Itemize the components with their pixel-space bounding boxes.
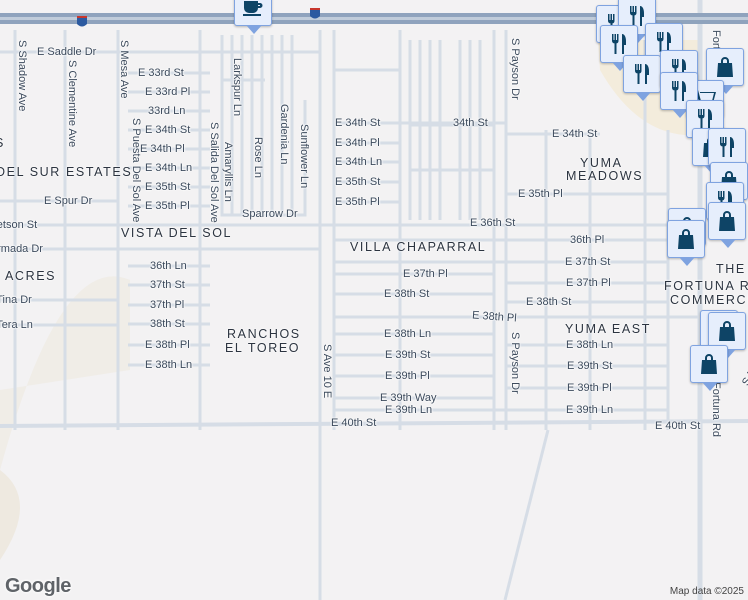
- shopping-bag-marker[interactable]: [690, 345, 728, 391]
- restaurant-icon: [612, 34, 626, 54]
- cafe-icon: [243, 1, 263, 16]
- shopping-bag-icon: [719, 321, 735, 341]
- neighborhood-label: S: [0, 137, 5, 150]
- shopping-bag-icon: [717, 57, 733, 77]
- street-label: E 38th Ln: [145, 359, 193, 371]
- street-label: E 33rd Pl: [145, 86, 191, 98]
- street-label: E 37th St: [565, 256, 611, 268]
- neighborhood-label: DEL SUR ESTATES: [0, 165, 133, 179]
- street-label: E 39th Ln: [566, 404, 614, 416]
- street-label: E Saddle Dr: [37, 46, 97, 58]
- street-label: E 35th Pl: [335, 196, 380, 208]
- street-label: E 38th Ln: [566, 339, 614, 351]
- street-label: E 34th Pl: [140, 143, 185, 155]
- street-label: Amaryllis Ln: [222, 142, 234, 202]
- street-label: S Clementine Ave: [66, 60, 78, 148]
- map-attribution[interactable]: Map data ©2025: [670, 586, 744, 597]
- street-label: E 40th St: [331, 417, 377, 429]
- street-label: E 37th Pl: [566, 277, 611, 289]
- neighborhood-label: RANCHOS: [227, 327, 301, 341]
- street-label: S Mesa Ave: [118, 40, 130, 99]
- street-label: E 34th Ln: [145, 162, 193, 174]
- street-label: 37th St: [150, 279, 185, 291]
- cafe-marker[interactable]: [234, 0, 272, 34]
- street-label: E 38th Ln: [384, 328, 432, 340]
- street-label: E 33rd St: [138, 67, 184, 79]
- neighborhood-label: VISTA DEL SOL: [121, 226, 233, 240]
- neighborhood-label: MEADOWS: [566, 169, 644, 183]
- shopping-bag-icon: [701, 354, 717, 374]
- street-label: 36th Pl: [570, 234, 605, 246]
- street-label: 38th St: [150, 318, 185, 330]
- street-label: 36th Ln: [150, 260, 187, 272]
- street-label: E 35th Pl: [145, 200, 190, 212]
- street-label: E 34th St: [552, 128, 598, 140]
- neighborhood-label: EL TOREO: [225, 341, 301, 355]
- street-label: S Shadow Ave: [16, 40, 28, 112]
- street-label: E 34th Pl: [335, 137, 380, 149]
- street-label: E 36th St: [470, 217, 516, 229]
- street-label: E Tera Ln: [0, 319, 33, 331]
- street-label: E 35th St: [335, 176, 381, 188]
- street-label: E Spur Dr: [44, 195, 93, 207]
- restaurant-marker[interactable]: [623, 55, 661, 101]
- street-label: Sparrow Dr: [242, 208, 298, 220]
- neighborhood-label: THE: [716, 262, 746, 276]
- street-label: 33rd Ln: [148, 105, 186, 117]
- street-label: E 40th St: [655, 420, 701, 432]
- street-label: E Tina Dr: [0, 294, 32, 306]
- street-label: E 34th St: [145, 124, 191, 136]
- restaurant-marker[interactable]: [708, 128, 746, 174]
- street-label: E 37th Pl: [403, 268, 448, 280]
- street-label: Gardenia Ln: [278, 104, 290, 165]
- street-label: E Armada Dr: [0, 243, 43, 255]
- street-label: E 39th St: [567, 360, 613, 372]
- street-label: E 35th St: [145, 181, 191, 193]
- shopping-bag-icon: [719, 211, 735, 231]
- street-label: Rose Ln: [252, 137, 264, 178]
- street-label: Larkspur Ln: [231, 58, 243, 117]
- street-label: 37th Pl: [150, 299, 185, 311]
- street-label: E 39th Ln: [385, 404, 433, 416]
- neighborhood-label: FORTUNA ROAD: [664, 279, 748, 293]
- shopping-bag-icon: [678, 229, 694, 249]
- neighborhood-label: VILLA CHAPARRAL: [350, 240, 487, 254]
- neighborhood-label: COMMERCIAL: [670, 293, 748, 307]
- restaurant-icon: [635, 64, 649, 84]
- shopping-bag-marker[interactable]: [708, 202, 746, 248]
- street-label: E 38th Pl: [145, 339, 190, 351]
- street-label: S Payson Dr: [509, 38, 521, 100]
- street-label: S Salida Del Sol Ave: [208, 122, 220, 223]
- street-label: 34th St: [453, 117, 488, 129]
- neighborhood-label: YUMA EAST: [565, 322, 651, 336]
- shopping-bag-marker[interactable]: [667, 220, 705, 266]
- street-label: S Ave 10 E: [321, 344, 333, 399]
- street-label: E 39th Way: [380, 392, 437, 404]
- street-label: E 34th St: [335, 117, 381, 129]
- street-label: E 38th St: [384, 288, 430, 300]
- street-label: E 39th Pl: [567, 382, 612, 394]
- street-label: E 38th St: [526, 296, 572, 308]
- street-label: E 35th Pl: [518, 188, 563, 200]
- street-label: E 39th St: [385, 349, 431, 361]
- street-label: S Payson Dr: [509, 332, 521, 394]
- google-logo[interactable]: Google: [5, 575, 71, 598]
- street-label: Sunflower Ln: [298, 124, 310, 189]
- street-label: E 39th Pl: [385, 370, 430, 382]
- street-label: E 34th Ln: [335, 156, 383, 168]
- neighborhood-label: ACRES: [5, 269, 57, 283]
- street-label: E Stetson St: [0, 219, 38, 231]
- restaurant-icon: [720, 137, 734, 157]
